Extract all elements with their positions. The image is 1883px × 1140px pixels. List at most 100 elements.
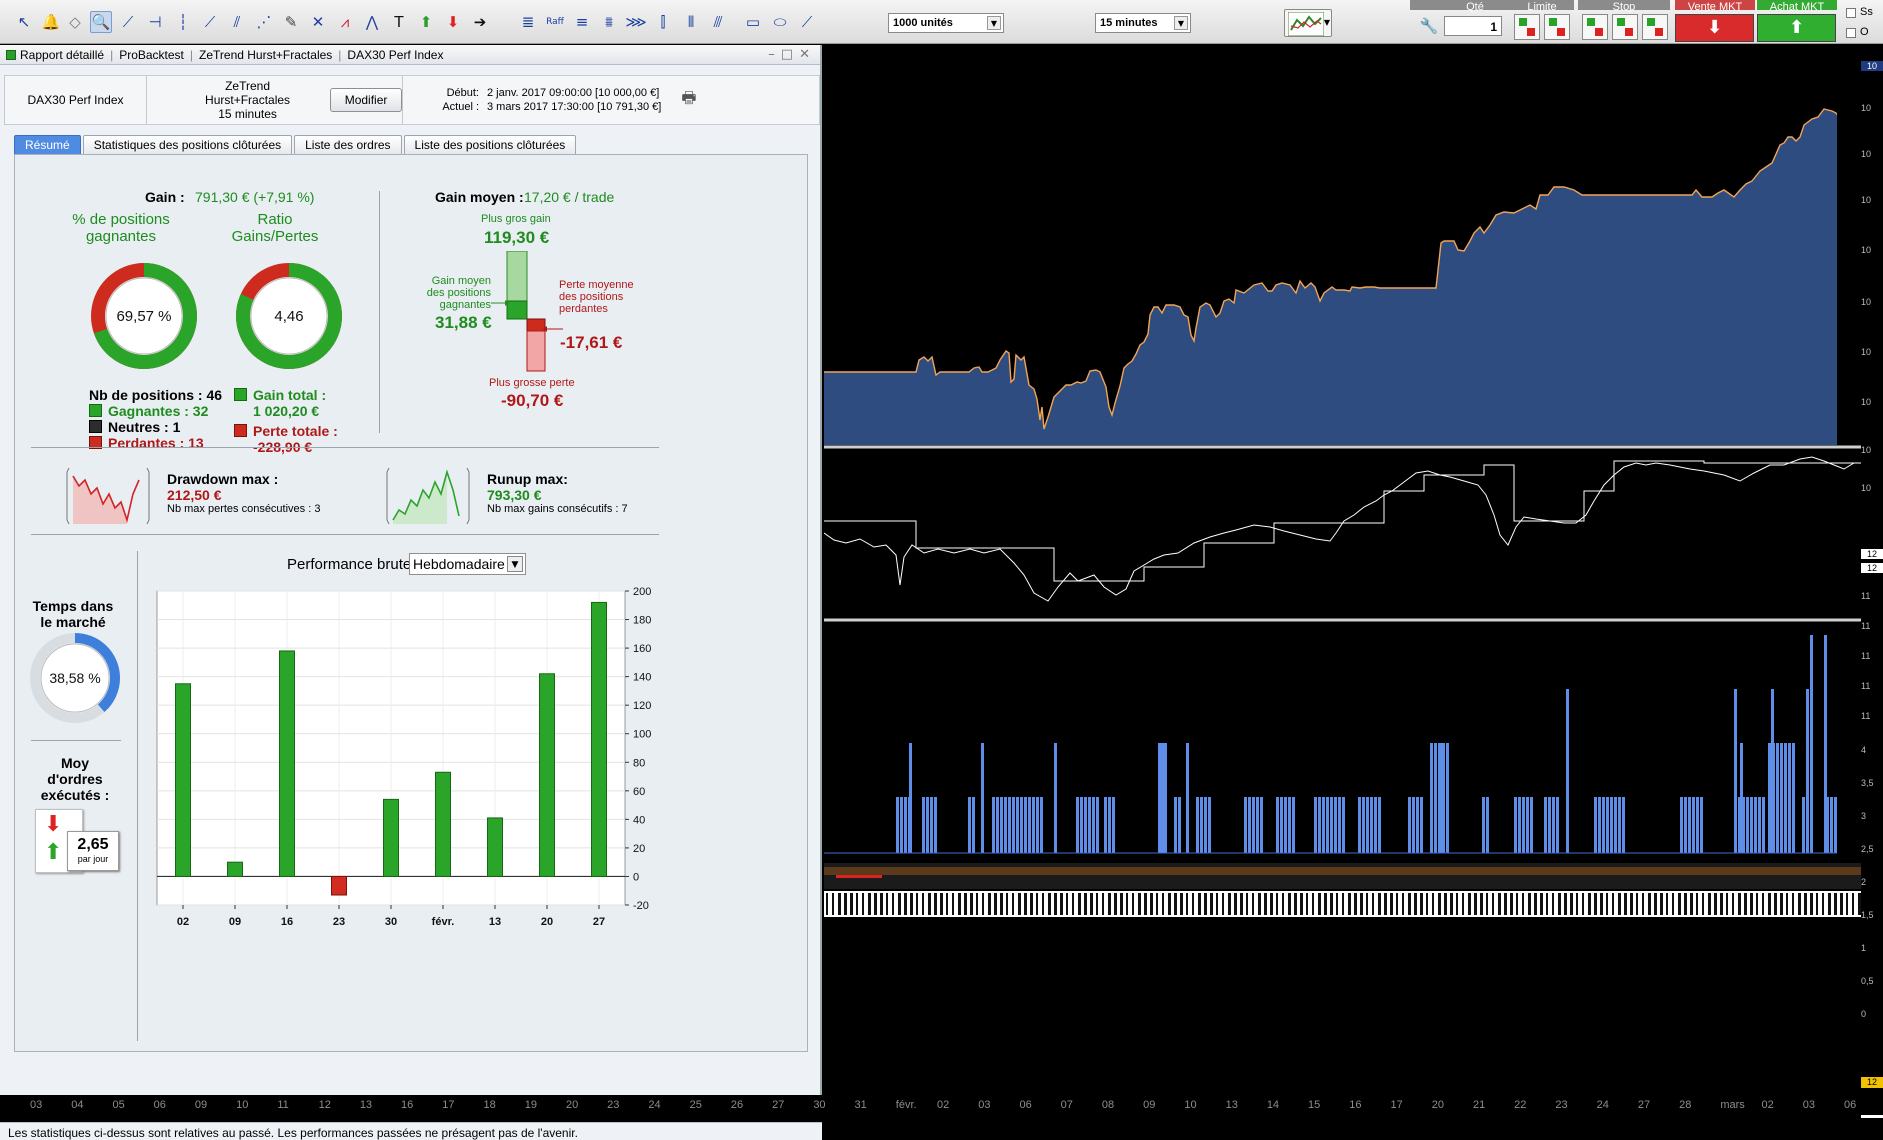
indicator-bar — [1080, 797, 1083, 853]
fan-lines-icon[interactable]: ⋙ — [625, 11, 647, 33]
buy-arrow-icon[interactable]: ⬆ — [415, 11, 437, 33]
sell-arrow-icon[interactable]: ⬇ — [442, 11, 464, 33]
tab-summary[interactable]: Résumé — [14, 135, 81, 154]
time-tick — [1144, 893, 1147, 915]
time-tick — [862, 893, 864, 915]
ratio-donut: 4,46 — [236, 263, 342, 369]
ss-checkbox[interactable] — [1846, 8, 1856, 18]
limit-buy-button[interactable] — [1514, 14, 1540, 40]
vertical-line-icon[interactable]: ┆ — [172, 11, 194, 33]
time-tick — [1642, 893, 1644, 915]
brush-icon[interactable]: ✎ — [280, 11, 302, 33]
close-icon[interactable]: ✕ — [799, 47, 816, 62]
minimize-icon[interactable]: – — [768, 47, 781, 62]
buy-market-button[interactable]: ⬆ — [1757, 14, 1836, 42]
time-tick — [1114, 893, 1117, 915]
title-separator: | — [338, 47, 342, 62]
title-separator: | — [110, 47, 114, 62]
fib-fan-icon[interactable]: ≡ — [571, 11, 593, 33]
parallel-lines-icon[interactable]: ⫻ — [707, 11, 729, 33]
stop-sell-button[interactable] — [1612, 14, 1638, 40]
segment-tool-icon[interactable]: ⟋ — [117, 11, 139, 33]
interval-select[interactable]: 15 minutes ▼ — [1095, 13, 1191, 33]
time-tick — [1306, 893, 1308, 915]
time-tick — [1630, 893, 1633, 915]
stop-reverse-button[interactable] — [1642, 14, 1668, 40]
indicator-bar — [1834, 797, 1837, 853]
time-axis-label: 03 — [1802, 1099, 1816, 1111]
modify-button[interactable]: Modifier — [330, 88, 402, 112]
time-axis-label: 05 — [112, 1099, 125, 1111]
cross-icon[interactable]: ✕ — [307, 11, 329, 33]
indicator-bar — [1446, 743, 1449, 853]
time-tick — [868, 893, 871, 915]
time-axis-label: 24 — [648, 1099, 661, 1111]
text-tool-icon[interactable]: T — [388, 11, 410, 33]
o-checkbox[interactable] — [1846, 28, 1856, 38]
indicator-bar — [1008, 797, 1011, 853]
andrews-icon[interactable]: ⫿ — [652, 11, 674, 33]
time-tick — [1792, 893, 1794, 915]
time-axis-label: 27 — [772, 1099, 785, 1111]
eraser-icon[interactable]: ◇ — [64, 11, 86, 33]
time-axis-label: 10 — [1184, 1099, 1197, 1111]
exit-arrow-icon[interactable]: ➔ — [469, 11, 491, 33]
x-tick-label: 30 — [385, 916, 397, 928]
quantity-input[interactable]: 1 — [1444, 16, 1502, 36]
limit-sell-button[interactable] — [1544, 14, 1570, 40]
time-zones-icon[interactable]: ⦀ — [680, 11, 702, 33]
time-tick — [1636, 893, 1638, 915]
print-icon[interactable]: 🖶 — [681, 87, 696, 114]
title-tab-instrument[interactable]: DAX30 Perf Index — [347, 48, 443, 62]
fib-retracement-icon[interactable]: ≣ — [517, 11, 539, 33]
stop-buy-button[interactable] — [1582, 14, 1608, 40]
indicator-bar — [1204, 797, 1207, 853]
ellipse-icon[interactable]: ⬭ — [769, 11, 791, 33]
time-tick — [1078, 893, 1081, 915]
alert-bell-icon[interactable]: 🔔 — [40, 11, 62, 33]
zoom-icon[interactable]: 🔍 — [90, 11, 112, 33]
y-tick-label: 200 — [633, 586, 651, 598]
time-tick — [1354, 893, 1357, 915]
horizontal-line-icon[interactable]: ⊣ — [144, 11, 166, 33]
tab-order-list[interactable]: Liste des ordres — [294, 135, 402, 154]
scale-label: 0,5 — [1861, 976, 1874, 986]
indicator-bar — [1160, 743, 1163, 853]
title-tab-probacktest[interactable]: ProBacktest — [119, 48, 184, 62]
summary-panel: Gain : 791,30 € (+7,91 %) % de positions… — [14, 154, 808, 1052]
time-tick — [892, 893, 894, 915]
fan-icon[interactable]: ⋰ — [253, 11, 275, 33]
quantity-select[interactable]: 1000 unités ▼ — [888, 13, 1004, 33]
sell-market-button[interactable]: ⬇ — [1675, 14, 1754, 42]
time-tick — [946, 893, 948, 915]
time-tick — [1846, 893, 1848, 915]
arc-icon[interactable]: ⟋ — [796, 11, 818, 33]
perf-period-select[interactable]: Hebdomadaire ▼ — [409, 553, 526, 575]
time-tick — [916, 893, 918, 915]
indicator-bar — [1598, 797, 1601, 853]
indicator-bar — [1522, 797, 1525, 853]
indicator-bar — [1028, 797, 1031, 853]
indicators-button[interactable]: ▼ — [1284, 9, 1332, 37]
wrench-icon[interactable]: 🔧 — [1418, 15, 1440, 37]
title-tab-detailed-report[interactable]: Rapport détaillé — [20, 48, 104, 62]
trendline-icon[interactable]: ⟋ — [199, 11, 221, 33]
price-chart-area[interactable] — [824, 45, 1861, 1095]
zigzag-icon[interactable]: ⋀ — [361, 11, 383, 33]
x-tick-label: 27 — [593, 916, 605, 928]
x-tick-label: 23 — [333, 916, 345, 928]
fibonacci-icon[interactable]: ⩘ — [334, 11, 356, 33]
start-value: 2 janv. 2017 09:00:00 [10 000,00 €] — [487, 87, 660, 99]
maximize-icon[interactable]: □ — [781, 47, 799, 62]
title-tab-system[interactable]: ZeTrend Hurst+Fractales — [199, 48, 332, 62]
channel-icon[interactable]: ⫽ — [226, 11, 248, 33]
cursor-icon[interactable]: ↖ — [13, 11, 35, 33]
tab-closed-positions-list[interactable]: Liste des positions clôturées — [403, 135, 577, 154]
window-controls[interactable]: –□✕ — [768, 47, 816, 62]
rectangle-icon[interactable]: ▭ — [742, 11, 764, 33]
time-axis-label: 17 — [442, 1099, 455, 1111]
tab-closed-positions-stats[interactable]: Statistiques des positions clôturées — [82, 135, 293, 154]
indicator-bar — [1434, 743, 1437, 853]
raff-channel-icon[interactable]: Raff — [544, 11, 566, 33]
gann-icon[interactable]: ⩩ — [598, 11, 620, 33]
